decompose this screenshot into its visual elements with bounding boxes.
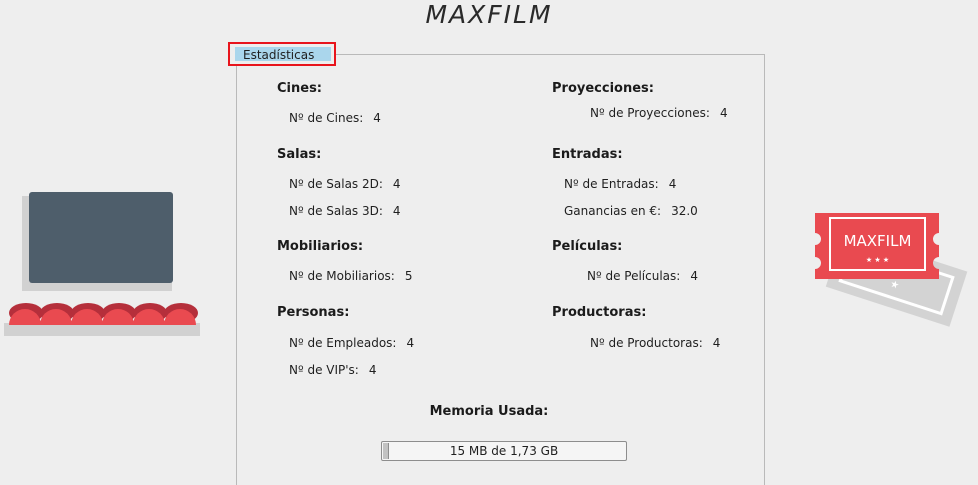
stat-label: Nº de Salas 2D: [289,177,383,191]
stat-row-entradas: Nº de Entradas: 4 [564,177,676,191]
stat-label: Ganancias en €: [564,204,662,218]
ticket-stars: ★ ★ ★ [866,256,889,264]
stat-value: 4 [368,363,377,377]
section-peliculas-title: Películas: [552,239,623,254]
section-mobiliarios-title: Mobiliarios: [277,239,364,254]
stat-row-empleados: Nº de Empleados: 4 [289,336,414,350]
stat-row-mobiliarios: Nº de Mobiliarios: 5 [289,269,412,283]
stat-value: 4 [392,204,401,218]
memory-progress-bar: 15 MB de 1,73 GB [381,441,627,461]
section-entradas-title: Entradas: [552,147,623,162]
section-productoras-title: Productoras: [552,305,647,320]
stat-value: 4 [719,106,728,120]
section-cines-title: Cines: [277,81,323,96]
stat-label: Nº de Empleados: [289,336,397,350]
stat-row-vips: Nº de VIP's: 4 [289,363,376,377]
stat-label: Nº de VIP's: [289,363,359,377]
stat-row-salas-2d: Nº de Salas 2D: 4 [289,177,401,191]
stat-label: Nº de Cines: [289,111,364,125]
stat-label: Nº de Mobiliarios: [289,269,395,283]
stat-row-ganancias: Ganancias en €: 32.0 [564,204,698,218]
stat-value: 4 [690,269,698,283]
cinema-seats-icon [4,303,200,336]
stat-value: 4 [392,177,401,191]
stat-label: Nº de Productoras: [590,336,703,350]
memory-progress-text: 15 MB de 1,73 GB [449,444,559,458]
app-title: MAXFILM [425,0,553,29]
section-salas-title: Salas: [277,147,322,162]
cinema-screen-icon [22,192,173,291]
stat-label: Nº de Proyecciones: [590,106,710,120]
stat-value: 32.0 [671,204,698,218]
stat-value: 4 [373,111,381,125]
section-proyecciones-title: Proyecciones: [552,81,654,96]
stat-row-productoras: Nº de Productoras: 4 [590,336,720,350]
stat-label: Nº de Películas: [587,269,681,283]
memory-title: Memoria Usada: [429,404,549,419]
ticket-front-icon: MAXFILM ★ ★ ★ [815,213,939,279]
stat-value: 4 [406,336,415,350]
section-personas-title: Personas: [277,305,350,320]
stat-row-cines: Nº de Cines: 4 [289,111,381,125]
stat-value: 4 [712,336,721,350]
stat-value: 4 [668,177,677,191]
stat-row-proyecciones: Nº de Proyecciones: 4 [590,106,728,120]
tab-estadisticas-label: Estadísticas [243,48,315,62]
stat-row-peliculas: Nº de Películas: 4 [587,269,698,283]
stat-label: Nº de Salas 3D: [289,204,383,218]
stat-value: 5 [404,269,413,283]
stat-label: Nº de Entradas: [564,177,659,191]
ticket-brand: MAXFILM [844,232,912,250]
cinema-illustration [4,192,200,336]
stat-row-salas-3d: Nº de Salas 3D: 4 [289,204,401,218]
ticket-illustration: ★ MAXFILM ★ ★ ★ [815,213,968,327]
